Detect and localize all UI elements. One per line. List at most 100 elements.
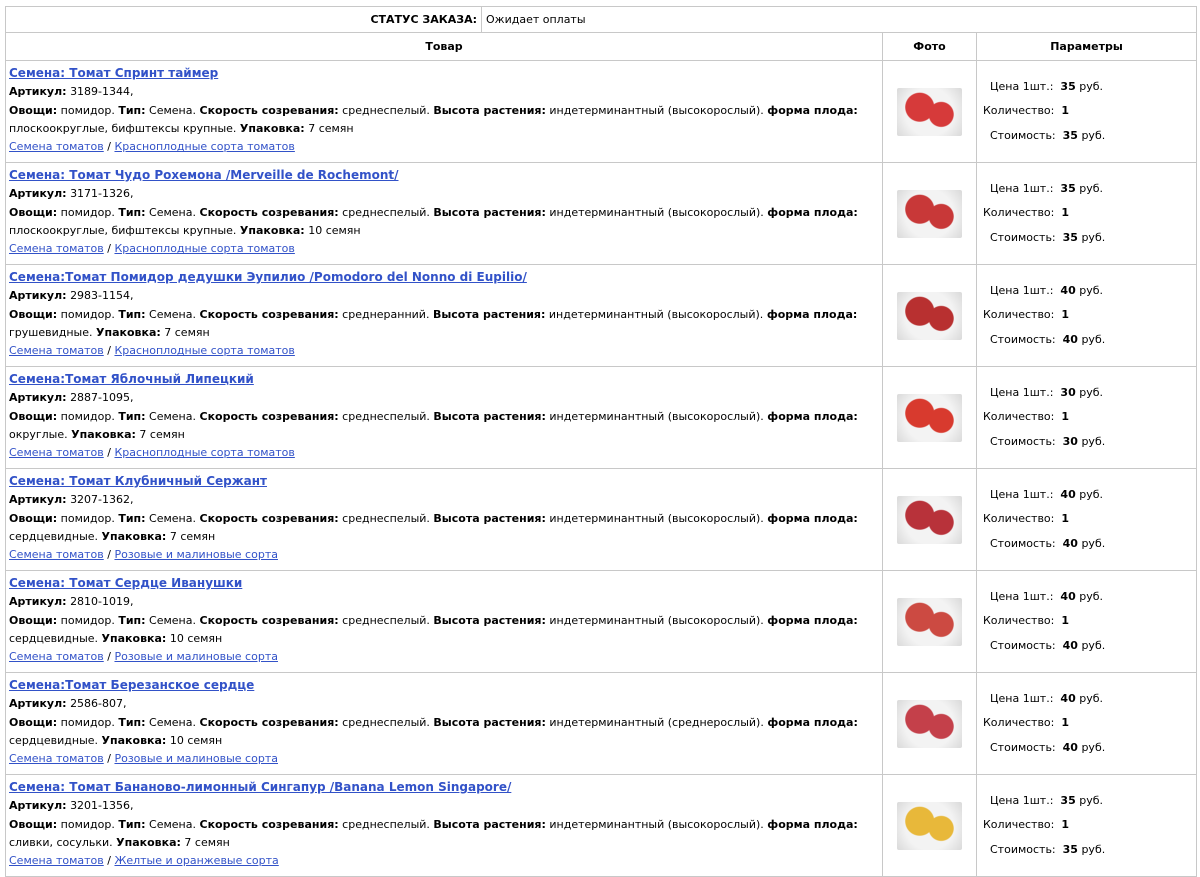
package-value: 10 семян <box>169 733 223 747</box>
category-link-group[interactable]: Красноплодные сорта томатов <box>114 344 294 357</box>
height-value: индетерминантный (высокорослый). <box>549 817 764 831</box>
fruit-shape-label: форма плода: <box>767 409 858 423</box>
category-link-seeds[interactable]: Семена томатов <box>9 242 104 255</box>
category-link-group[interactable]: Красноплодные сорта томатов <box>114 446 294 459</box>
product-photo-cell <box>882 672 977 775</box>
category-link-seeds[interactable]: Семена томатов <box>9 650 104 663</box>
cost-label: Стоимость: <box>990 332 1056 346</box>
tomato-photo[interactable] <box>897 189 962 238</box>
category-link-group[interactable]: Розовые и малиновые сорта <box>114 752 278 765</box>
tomato-photo[interactable] <box>897 801 962 850</box>
category-link-group[interactable]: Красноплодные сорта томатов <box>114 242 294 255</box>
type-value: Семена. <box>149 715 196 729</box>
quantity-value: 1 <box>1061 614 1070 628</box>
article-label: Артикул: <box>9 391 67 405</box>
product-info-cell: Семена:Томат Яблочный Липецкий Артикул: … <box>5 366 883 469</box>
tomato-photo[interactable] <box>897 597 962 646</box>
ripening-label: Скорость созревания: <box>199 613 339 627</box>
product-info-cell: Семена: Томат Чудо Рохемона /Merveille d… <box>5 162 883 265</box>
order-status-label: СТАТУС ЗАКАЗА: <box>5 6 482 33</box>
article-value: 2887-1095, <box>70 391 134 405</box>
quantity-value: 1 <box>1061 206 1070 220</box>
product-title-link[interactable]: Семена:Томат Помидор дедушки Эупилио /Po… <box>9 270 527 284</box>
cost-value: 40 <box>1062 740 1078 754</box>
tomato-photo[interactable] <box>897 87 962 136</box>
article-value: 3189-1344, <box>70 85 134 99</box>
quantity-label: Количество: <box>983 206 1055 220</box>
tomato-photo[interactable] <box>897 495 962 544</box>
product-title-link[interactable]: Семена: Томат Чудо Рохемона /Merveille d… <box>9 168 399 182</box>
category-link-group[interactable]: Красноплодные сорта томатов <box>114 140 294 153</box>
product-title-link[interactable]: Семена: Томат Бананово-лимонный Сингапур… <box>9 780 511 794</box>
category-link-group[interactable]: Желтые и оранжевые сорта <box>114 854 278 867</box>
height-label: Высота растения: <box>433 817 546 831</box>
price-currency: руб. <box>1079 181 1104 195</box>
product-info-cell: Семена: Томат Клубничный Сержант Артикул… <box>5 468 883 571</box>
article-label: Артикул: <box>9 799 67 813</box>
ripening-value: среднеспелый. <box>342 817 430 831</box>
category-separator: / <box>107 650 111 664</box>
package-value: 10 семян <box>169 631 223 645</box>
product-title-link[interactable]: Семена: Томат Клубничный Сержант <box>9 474 267 488</box>
order-items-body: Семена: Томат Спринт таймер Артикул: 318… <box>5 60 1197 877</box>
type-label: Тип: <box>118 613 146 627</box>
product-title-link[interactable]: Семена:Томат Яблочный Липецкий <box>9 372 254 386</box>
category-link-seeds[interactable]: Семена томатов <box>9 854 104 867</box>
cost-currency: руб. <box>1081 230 1106 244</box>
vegetables-label: Овощи: <box>9 409 58 423</box>
category-link-seeds[interactable]: Семена томатов <box>9 548 104 561</box>
fruit-shape-label: форма плода: <box>766 307 858 321</box>
table-header-row: Товар Фото Параметры <box>5 32 1197 61</box>
quantity-label: Количество: <box>983 104 1055 118</box>
category-link-seeds[interactable]: Семена томатов <box>9 446 104 459</box>
height-label: Высота растения: <box>433 613 546 627</box>
height-value: индетерминантный (высокорослый). <box>548 307 764 321</box>
cost-label: Стоимость: <box>990 638 1056 652</box>
product-title-link[interactable]: Семена:Томат Березанское сердце <box>9 678 254 692</box>
category-separator: / <box>107 752 111 766</box>
price-currency: руб. <box>1079 793 1104 807</box>
cost-currency: руб. <box>1081 434 1106 448</box>
tomato-photo[interactable] <box>897 699 962 748</box>
product-title-link[interactable]: Семена: Томат Спринт таймер <box>9 66 218 80</box>
product-title-link[interactable]: Семена: Томат Сердце Иванушки <box>9 576 242 590</box>
fruit-shape-value: округлые. <box>9 427 68 441</box>
quantity-label: Количество: <box>983 410 1055 424</box>
package-value: 7 семян <box>308 121 354 135</box>
height-value: индетерминантный (среднерослый). <box>549 715 764 729</box>
package-label: Упаковка: <box>239 121 305 135</box>
article-value: 3207-1362, <box>70 493 134 507</box>
ripening-value: среднеспелый. <box>342 205 430 219</box>
product-params-cell: Цена 1шт.: 40 руб. Количество: 1 Стоимос… <box>976 672 1197 775</box>
package-label: Упаковка: <box>101 733 167 747</box>
tomato-photo[interactable] <box>897 291 962 340</box>
category-link-seeds[interactable]: Семена томатов <box>9 140 104 153</box>
quantity-value: 1 <box>1061 104 1070 118</box>
category-link-group[interactable]: Розовые и малиновые сорта <box>114 548 278 561</box>
fruit-shape-label: форма плода: <box>767 511 858 525</box>
fruit-shape-value: грушевидные. <box>9 325 93 339</box>
category-link-seeds[interactable]: Семена томатов <box>9 344 104 357</box>
cost-currency: руб. <box>1081 128 1106 142</box>
height-label: Высота растения: <box>433 205 546 219</box>
category-link-seeds[interactable]: Семена томатов <box>9 752 104 765</box>
article-value: 2983-1154, <box>70 289 134 303</box>
table-row: Семена:Томат Яблочный Липецкий Артикул: … <box>5 366 1197 469</box>
type-label: Тип: <box>118 511 146 525</box>
quantity-value: 1 <box>1061 410 1070 424</box>
article-label: Артикул: <box>9 289 67 303</box>
package-value: 7 семян <box>139 427 185 441</box>
ripening-value: среднеспелый. <box>342 103 430 117</box>
category-link-group[interactable]: Розовые и малиновые сорта <box>114 650 278 663</box>
vegetables-value: помидор. <box>60 715 115 729</box>
cost-label: Стоимость: <box>990 536 1056 550</box>
package-label: Упаковка: <box>95 325 161 339</box>
price-label: Цена 1шт.: <box>990 181 1054 195</box>
package-label: Упаковка: <box>116 835 181 849</box>
cost-currency: руб. <box>1081 536 1106 550</box>
package-label: Упаковка: <box>101 529 167 543</box>
article-value: 2586-807, <box>70 697 127 711</box>
ripening-value: среднеспелый. <box>342 715 430 729</box>
tomato-photo[interactable] <box>897 393 962 442</box>
price-label: Цена 1шт.: <box>990 79 1054 93</box>
